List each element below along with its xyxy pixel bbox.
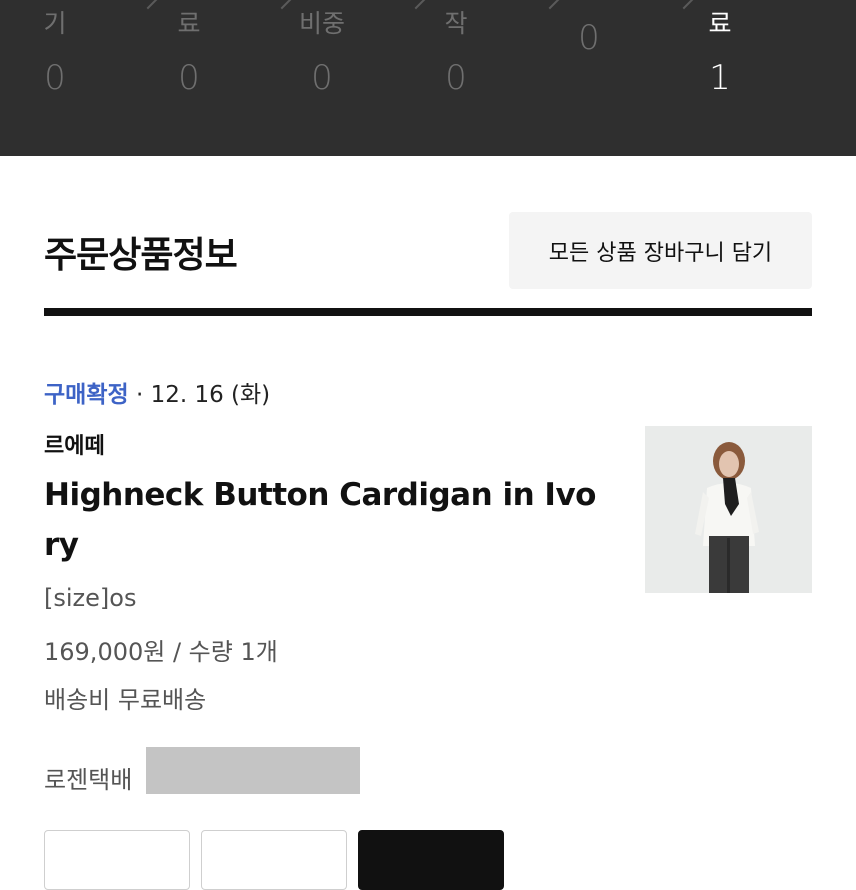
price-quantity: 169,000원 / 수량 1개 xyxy=(44,638,278,666)
shipping-fee: 배송비 무료배송 xyxy=(44,686,207,714)
step-label: 기 xyxy=(43,9,67,38)
order-status-line: 구매확정 · 12. 16 (화) xyxy=(44,375,270,409)
section-title: 주문상품정보 xyxy=(44,235,238,276)
step-label: 료 xyxy=(708,9,732,38)
order-date: · 12. 16 (화) xyxy=(128,382,271,408)
step-count: 0 xyxy=(578,18,600,58)
step-label: 료 xyxy=(177,9,201,38)
product-option: [size]os xyxy=(44,584,137,612)
step-count: 0 xyxy=(311,58,333,98)
product-photo-icon xyxy=(645,426,812,593)
step-count: 0 xyxy=(178,58,200,98)
step-label: 비중 xyxy=(298,9,345,38)
step-count: 1 xyxy=(709,58,731,98)
order-primary-action-button[interactable] xyxy=(358,830,504,890)
step-count: 0 xyxy=(44,58,66,98)
add-all-to-cart-button[interactable]: 모든 상품 장바구니 담기 xyxy=(509,212,812,289)
delivery-carrier: 로젠택배 xyxy=(44,766,133,794)
brand-name[interactable]: 르에떼 xyxy=(44,428,105,460)
tracking-number-redacted xyxy=(146,747,360,794)
product-thumbnail[interactable] xyxy=(645,426,812,593)
order-status-badge: 구매확정 xyxy=(44,382,129,408)
chevron-right-icon xyxy=(538,0,562,10)
order-action-button[interactable] xyxy=(44,830,190,890)
order-status-bar: 기 0 료 0 비중 0 작 0 0 료 1 xyxy=(0,0,856,156)
title-divider xyxy=(44,308,812,316)
product-name[interactable]: Highneck Button Cardigan in Ivory xyxy=(44,470,604,570)
step-label: 작 xyxy=(444,9,468,38)
step-count: 0 xyxy=(445,58,467,98)
order-action-button[interactable] xyxy=(201,830,347,890)
